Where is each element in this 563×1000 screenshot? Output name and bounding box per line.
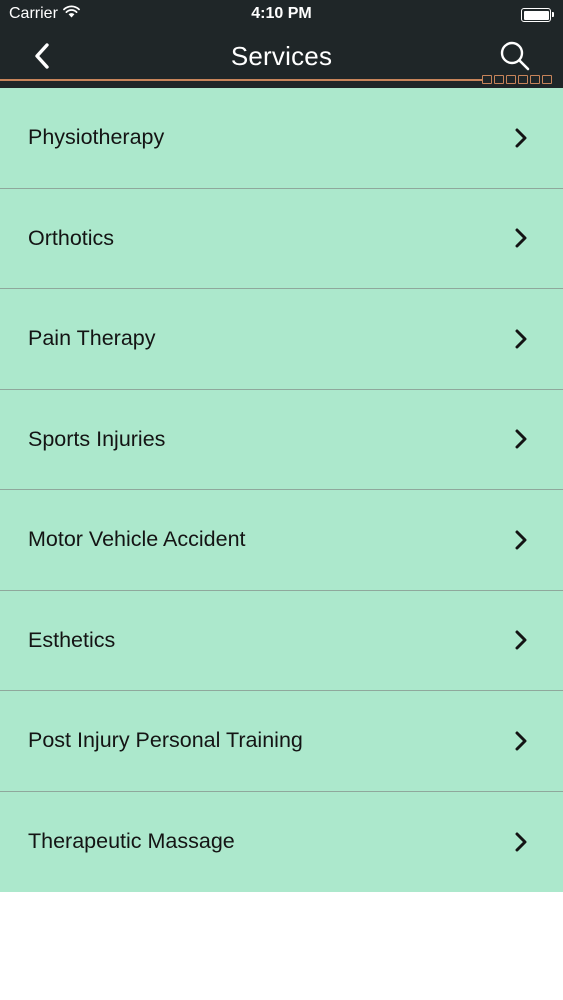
- chevron-right-icon: [513, 328, 529, 350]
- status-time: 4:10 PM: [251, 5, 312, 22]
- chevron-right-icon: [513, 428, 529, 450]
- list-item-label: Post Injury Personal Training: [28, 728, 303, 753]
- chevron-right-icon: [513, 730, 529, 752]
- status-bar: Carrier 4:10 PM: [0, 0, 563, 30]
- chevron-right-icon: [513, 127, 529, 149]
- list-item-motor-vehicle-accident[interactable]: Motor Vehicle Accident: [0, 490, 563, 591]
- list-item-esthetics[interactable]: Esthetics: [0, 590, 563, 691]
- chevron-right-icon: [513, 227, 529, 249]
- chevron-right-icon: [513, 629, 529, 651]
- list-item-sports-injuries[interactable]: Sports Injuries: [0, 389, 563, 490]
- list-item-label: Orthotics: [28, 225, 115, 250]
- list-item-physiotherapy[interactable]: Physiotherapy: [0, 88, 563, 189]
- page-title: Services: [230, 41, 333, 71]
- services-list: Physiotherapy Orthotics Pain Therapy Spo…: [0, 88, 563, 892]
- chevron-right-icon: [513, 831, 529, 853]
- search-button[interactable]: [495, 38, 535, 78]
- list-item-orthotics[interactable]: Orthotics: [0, 188, 563, 289]
- list-item-label: Esthetics: [28, 627, 116, 652]
- nav-divider: [0, 79, 482, 81]
- list-item-label: Pain Therapy: [28, 326, 156, 351]
- list-item-post-injury-personal-training[interactable]: Post Injury Personal Training: [0, 691, 563, 792]
- nav-decoration: [482, 73, 552, 85]
- list-item-pain-therapy[interactable]: Pain Therapy: [0, 289, 563, 390]
- list-item-label: Motor Vehicle Accident: [28, 527, 246, 552]
- list-item-therapeutic-massage[interactable]: Therapeutic Massage: [0, 791, 563, 892]
- battery-icon: [521, 8, 554, 22]
- search-icon: [499, 40, 531, 77]
- nav-bar: Services: [0, 30, 563, 88]
- chevron-right-icon: [513, 529, 529, 551]
- list-item-label: Therapeutic Massage: [28, 829, 235, 854]
- list-item-label: Physiotherapy: [28, 125, 165, 150]
- list-item-label: Sports Injuries: [28, 426, 166, 451]
